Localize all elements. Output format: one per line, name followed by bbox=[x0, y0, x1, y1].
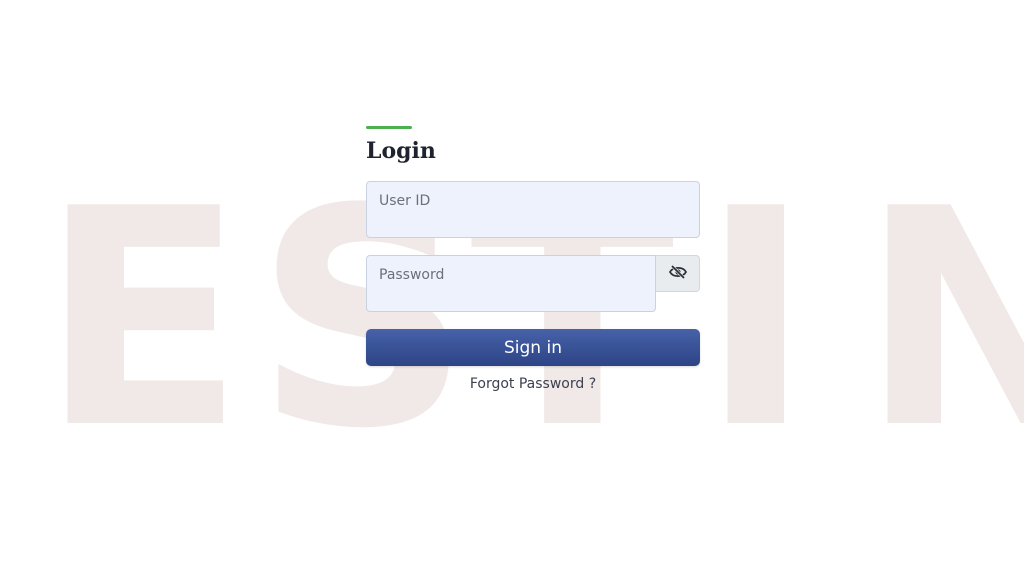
title-accent-bar bbox=[366, 126, 412, 129]
user-id-input[interactable] bbox=[366, 181, 700, 238]
password-input[interactable] bbox=[366, 255, 656, 312]
eye-slash-icon bbox=[668, 264, 687, 283]
sign-in-button[interactable]: Sign in bbox=[366, 329, 700, 366]
login-title: Login bbox=[366, 138, 436, 164]
password-row bbox=[366, 255, 700, 312]
forgot-password-link[interactable]: Forgot Password ? bbox=[366, 376, 700, 392]
watermark-letter-n: N bbox=[860, 145, 1024, 494]
login-form: Login Sign in Forgot Password ? bbox=[366, 126, 700, 392]
watermark-letter-i: I bbox=[700, 145, 812, 494]
password-visibility-toggle[interactable] bbox=[656, 255, 700, 292]
login-page: E S T I N Login Sign in Forg bbox=[0, 0, 1024, 576]
watermark-letter-e: E bbox=[40, 145, 245, 494]
